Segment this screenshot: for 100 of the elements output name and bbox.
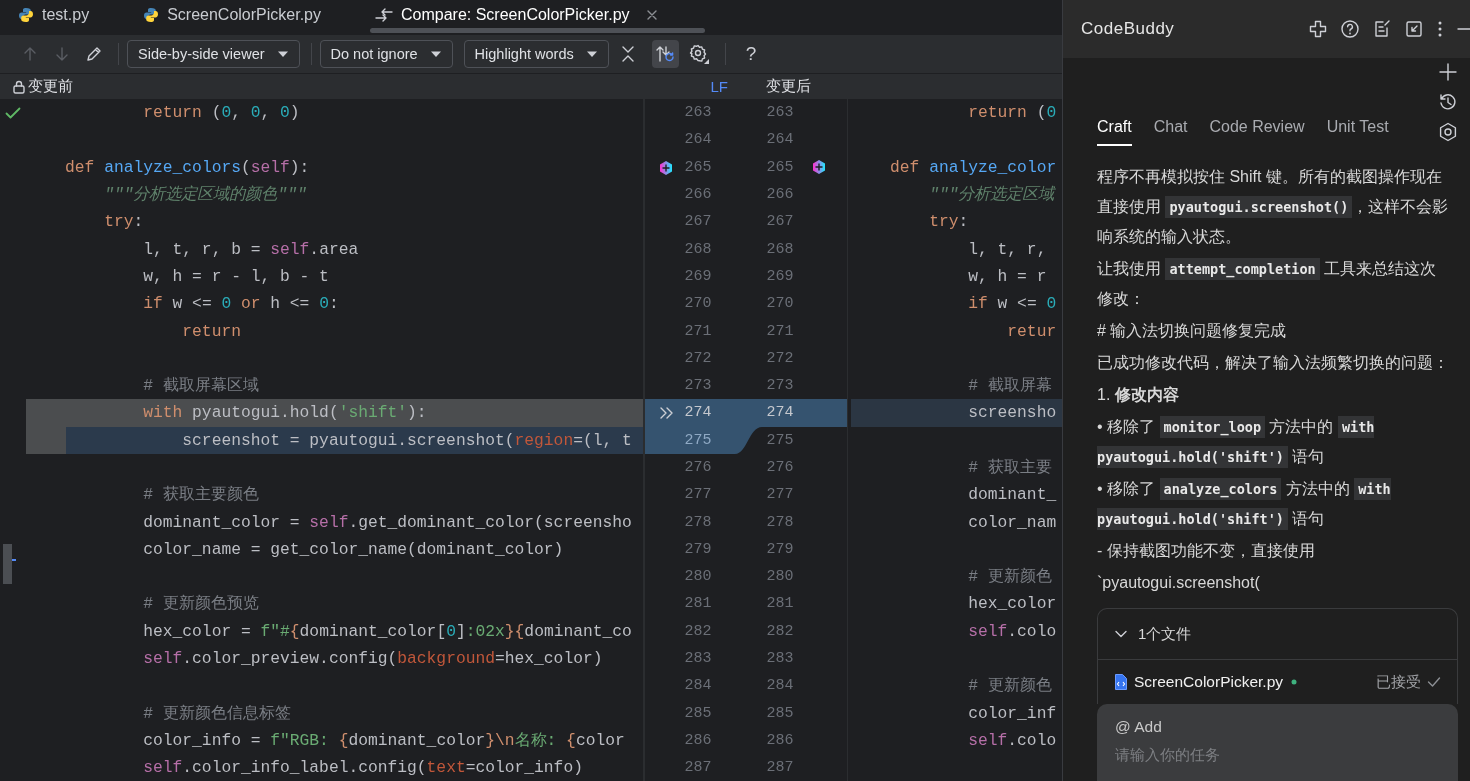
editor-tab[interactable]: test.py <box>0 0 104 30</box>
line-number: 275 <box>766 431 794 449</box>
code-line: self.color_info_label.config(text=color_info) <box>142 757 583 780</box>
code-line: return (0, 0, 0) <box>142 102 300 125</box>
scrollbar[interactable] <box>370 28 705 33</box>
gutter-marker-icon[interactable] <box>0 543 16 584</box>
line-number: 282 <box>766 622 794 640</box>
line-number: 273 <box>766 377 794 395</box>
line-number: 263 <box>766 104 794 122</box>
code-line: # 更新颜色 <box>967 566 1052 589</box>
line-number: 269 <box>684 267 712 285</box>
close-icon[interactable] <box>645 9 658 21</box>
history-icon[interactable] <box>1438 92 1458 112</box>
code-line: # 更新颜色预览 <box>142 593 259 616</box>
line-number: 272 <box>684 349 712 367</box>
line-number: 280 <box>684 568 712 586</box>
chat-tab[interactable]: Unit Test <box>1326 118 1389 146</box>
task-input-field[interactable]: @ Add 请输入你的任务 <box>1097 704 1458 781</box>
line-number: 267 <box>684 213 712 231</box>
chat-tab[interactable]: Chat <box>1153 118 1188 146</box>
line-number: 283 <box>684 650 712 668</box>
file-status: 已接受 <box>1376 672 1421 692</box>
code-line: dominant_color = self.get_dominant_color(screensho <box>142 511 632 534</box>
plus-icon[interactable] <box>1438 62 1458 82</box>
code-line: if w <= 0 or h <= 0: <box>142 293 339 316</box>
ai-hexagon-icon[interactable] <box>659 159 673 176</box>
chat-tab[interactable]: Craft <box>1097 118 1132 146</box>
more-icon[interactable] <box>1436 19 1444 39</box>
line-number: 274 <box>684 404 712 422</box>
line-number: 279 <box>766 540 794 558</box>
line-number: 271 <box>684 322 712 340</box>
code-line: hex_color <box>967 593 1057 616</box>
file-link[interactable]: ScreenColorPicker.py <box>1134 673 1284 691</box>
settings-icon[interactable] <box>1438 122 1458 142</box>
line-number: 285 <box>766 704 794 722</box>
code-line: return <box>181 320 241 343</box>
dropdown[interactable]: Highlight words <box>463 40 609 68</box>
code-line: hex_color = f"#{dominant_color[0]:02x}{dominant_co <box>142 620 632 643</box>
dropdown[interactable]: Side-by-side viewer <box>127 40 300 68</box>
code-line: dominant_ <box>967 484 1057 507</box>
chat-message-text: - 保持截图功能不变，直接使用 <box>1097 541 1316 561</box>
code-line: color_name = get_color_name(dominant_color) <box>142 538 564 561</box>
code-line: # 更新颜色 <box>967 675 1052 698</box>
files-summary[interactable]: 1个文件 <box>1138 624 1192 644</box>
chat-message-text: # 输入法切换问题修复完成 <box>1097 321 1288 341</box>
code-line: l, t, r, <box>967 238 1047 261</box>
note-edit-icon[interactable] <box>1372 19 1392 39</box>
code-line: # 截取屏幕 <box>967 375 1052 398</box>
dropdown[interactable]: Do not ignore <box>319 40 453 68</box>
line-number: 276 <box>766 459 794 476</box>
line-number: 263 <box>684 104 712 122</box>
code-line: color_info = f"RGB: {dominant_color}\n名称: {color <box>142 729 625 752</box>
code-line: """分析选定区域 <box>928 184 1055 207</box>
code-line: with pyautogui.hold('shift'): <box>142 402 427 425</box>
chat-message-text: 程序不再模拟按住 Shift 键。所有的截图操作现在直接使用 pyautogui.screenshot() ，这样不会影响系统的输入状态。 <box>1097 167 1450 247</box>
line-number: 273 <box>684 377 712 395</box>
add-context-button[interactable]: @ Add <box>1115 718 1440 736</box>
line-separator-label[interactable]: LF <box>710 78 728 95</box>
line-number: 264 <box>766 131 794 149</box>
line-number: 277 <box>684 486 712 504</box>
code-line: w, h = r - l, b - t <box>142 265 329 288</box>
sync-scroll-toggle[interactable] <box>651 40 679 68</box>
line-number: 278 <box>684 513 712 531</box>
code-line: def analyze_color <box>889 156 1057 179</box>
line-number: 266 <box>766 186 794 204</box>
line-number: 284 <box>684 677 712 695</box>
ai-hexagon-icon[interactable] <box>811 159 826 176</box>
code-line: self.colo <box>967 729 1057 752</box>
chat-message-text: 让我使用 attempt_completion 工具来总结这次修改： <box>1097 257 1438 309</box>
code-line: screensho <box>967 402 1057 425</box>
code-line: try: <box>103 211 144 234</box>
line-number: 287 <box>766 759 794 777</box>
chat-tab[interactable]: Code Review <box>1209 118 1305 146</box>
line-number: 267 <box>766 213 794 231</box>
line-number: 284 <box>766 677 794 695</box>
code-line: color_inf <box>967 702 1057 725</box>
check-icon <box>1427 676 1441 688</box>
plugin-icon[interactable] <box>1308 19 1328 39</box>
line-number: 274 <box>766 404 794 422</box>
code-line: self.colo <box>967 620 1057 643</box>
file-icon <box>1114 673 1128 691</box>
settings-icon[interactable] <box>688 44 709 64</box>
editor-tab[interactable]: Compare: ScreenColorPicker.py <box>357 0 672 30</box>
line-number: 281 <box>766 595 794 613</box>
help-button[interactable]: ? <box>745 43 757 65</box>
panel-title: CodeBuddy <box>1081 19 1176 39</box>
code-line: color_nam <box>967 511 1057 534</box>
help-icon[interactable] <box>1340 19 1360 39</box>
pencil-icon[interactable] <box>86 46 102 62</box>
code-line: l, t, r, b = self.area <box>142 238 359 261</box>
collapse-panel-icon[interactable] <box>1404 19 1424 39</box>
line-number: 279 <box>684 540 712 558</box>
code-line: if w <= 0 <box>967 293 1057 316</box>
editor-tab[interactable]: ScreenColorPicker.py <box>125 0 335 30</box>
code-line: retur <box>1006 320 1057 343</box>
line-number: 282 <box>684 622 712 640</box>
code-line: """分析选定区域的颜色""" <box>103 184 307 207</box>
chat-message-text: 已成功修改代码，解决了输入法频繁切换的问题： <box>1097 353 1450 373</box>
line-number: 270 <box>766 295 794 313</box>
code-line: screenshot = pyautogui.screenshot(region=(l, t <box>181 429 632 452</box>
